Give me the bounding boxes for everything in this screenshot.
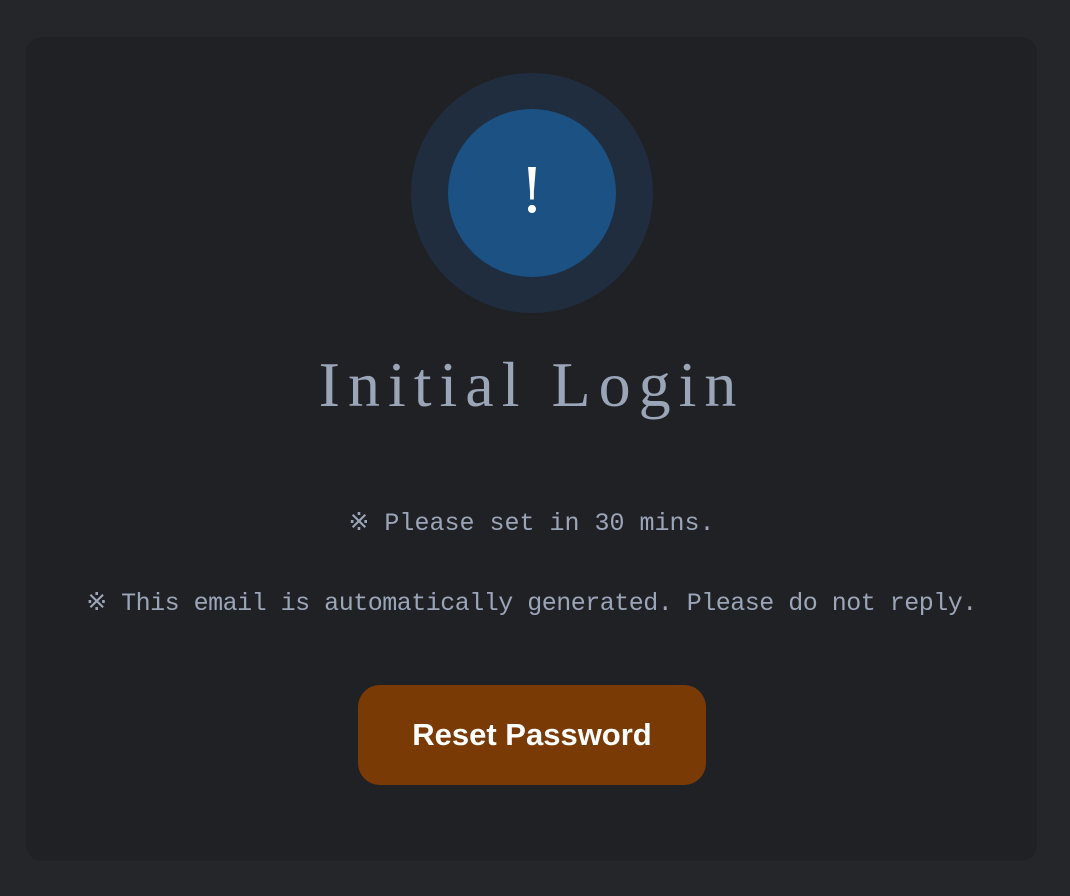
alert-icon-ring: !: [411, 73, 653, 313]
alert-icon-circle: !: [448, 109, 616, 277]
time-limit-note: ※ Please set in 30 mins.: [348, 509, 715, 538]
auto-generated-note: ※ This email is automatically generated.…: [86, 589, 977, 618]
reset-password-button[interactable]: Reset Password: [358, 685, 706, 785]
page-title: Initial Login: [318, 349, 745, 420]
notification-card: ! Initial Login ※ Please set in 30 mins.…: [26, 37, 1037, 861]
exclamation-icon: !: [519, 154, 545, 227]
